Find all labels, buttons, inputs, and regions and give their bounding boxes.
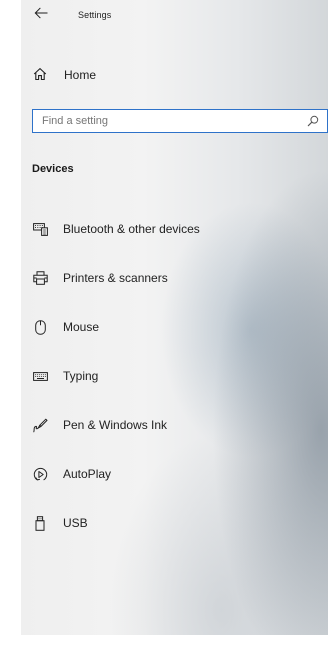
section-title: Devices (32, 163, 74, 175)
nav-item-label: Pen & Windows Ink (63, 418, 168, 432)
nav-item-bluetooth-other-devices[interactable]: Bluetooth & other devices (21, 207, 328, 256)
settings-navigation-pane: Settings Home Devices (21, 0, 328, 635)
devices-nav-list: Bluetooth & other devices Printers & sca… (21, 207, 328, 550)
back-button[interactable] (31, 4, 51, 22)
autoplay-icon (32, 466, 48, 482)
nav-item-label: AutoPlay (63, 467, 112, 481)
search-icon[interactable] (307, 115, 319, 127)
nav-item-typing[interactable]: Typing (21, 354, 328, 403)
nav-item-label: Printers & scanners (63, 271, 168, 285)
window-title: Settings (78, 10, 112, 20)
search-input[interactable] (33, 110, 303, 132)
bluetooth-devices-icon (32, 221, 48, 237)
home-label: Home (64, 68, 97, 82)
home-icon (33, 67, 47, 81)
nav-item-label: USB (63, 516, 88, 530)
nav-item-mouse[interactable]: Mouse (21, 305, 328, 354)
title-bar: Settings (21, 0, 328, 34)
usb-icon (32, 515, 48, 531)
page: Settings Home Devices (0, 0, 328, 663)
nav-item-label: Typing (63, 369, 99, 383)
nav-item-label: Mouse (63, 320, 100, 334)
search-box (32, 109, 328, 133)
mouse-icon (32, 319, 48, 335)
keyboard-icon (32, 368, 48, 384)
nav-item-printers-scanners[interactable]: Printers & scanners (21, 256, 328, 305)
home-nav-item[interactable]: Home (21, 60, 328, 88)
pen-icon (32, 417, 48, 433)
nav-item-pen-windows-ink[interactable]: Pen & Windows Ink (21, 403, 328, 452)
back-arrow-icon (34, 7, 48, 19)
nav-item-usb[interactable]: USB (21, 501, 328, 550)
printer-icon (32, 270, 48, 286)
nav-item-label: Bluetooth & other devices (63, 222, 200, 236)
nav-item-autoplay[interactable]: AutoPlay (21, 452, 328, 501)
